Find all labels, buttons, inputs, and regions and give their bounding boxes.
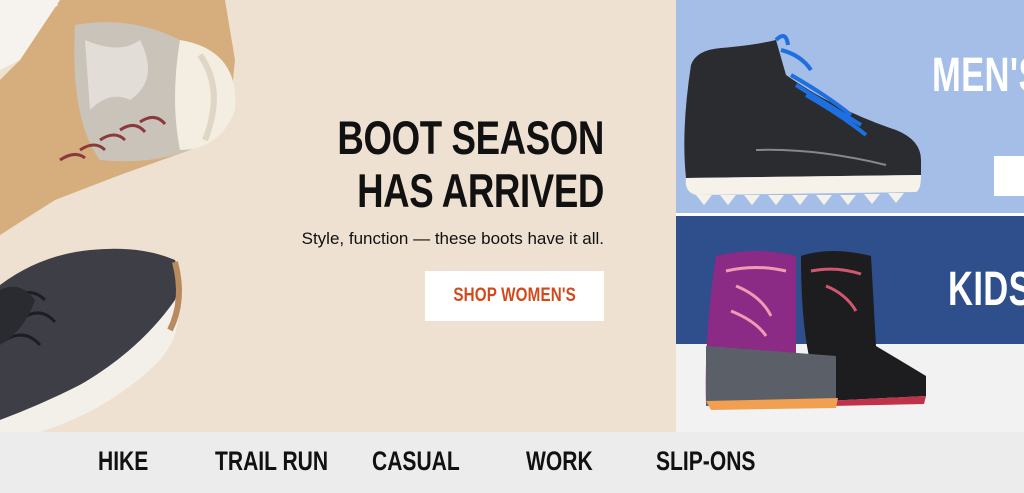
category-nav: HIKE TRAIL RUN CASUAL WORK SLIP-ONS xyxy=(0,432,1024,493)
kids-tile-title: KIDS' xyxy=(948,263,1024,316)
nav-item-work[interactable]: WORK xyxy=(526,446,593,477)
mens-tile[interactable]: MEN'S xyxy=(676,0,1024,213)
shop-mens-button[interactable] xyxy=(994,156,1024,196)
hero-banner[interactable]: BOOT SEASON HAS ARRIVED Style, function … xyxy=(0,0,676,432)
mens-tile-title: MEN'S xyxy=(932,49,1024,102)
nav-item-slip-ons[interactable]: SLIP-ONS xyxy=(656,446,755,477)
nav-item-hike[interactable]: HIKE xyxy=(98,446,148,477)
hero-headline: BOOT SEASON HAS ARRIVED xyxy=(337,111,604,217)
shop-womens-label: SHOP WOMEN'S xyxy=(453,285,576,306)
nav-item-trail-run[interactable]: TRAIL RUN xyxy=(215,446,328,477)
kids-tile[interactable]: KIDS' xyxy=(676,216,1024,432)
hero-subhead: Style, function — these boots have it al… xyxy=(301,229,604,248)
kids-boots-image xyxy=(705,251,926,410)
nav-item-casual[interactable]: CASUAL xyxy=(372,446,460,477)
mens-boot-image xyxy=(684,34,921,205)
shop-womens-button[interactable]: SHOP WOMEN'S xyxy=(425,271,604,321)
